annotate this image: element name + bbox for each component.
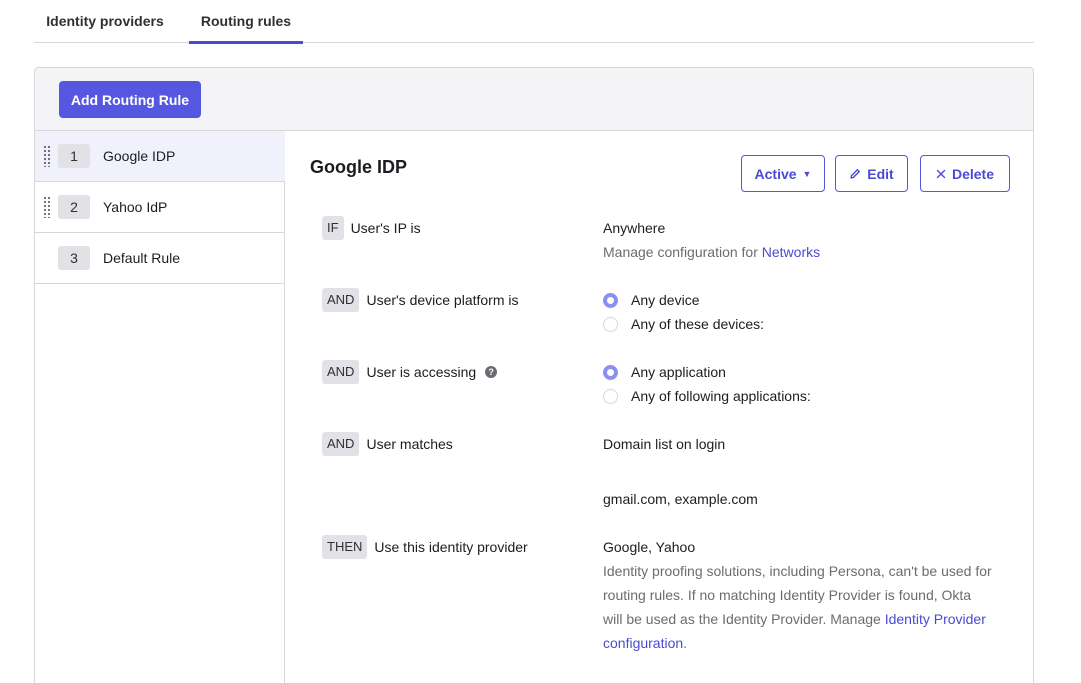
delete-button[interactable]: Delete [920,155,1010,192]
radio-label: Any application [631,364,726,380]
operator-badge: AND [322,288,360,312]
radio-any-device[interactable]: Any device [603,288,764,312]
radio-following-applications[interactable]: Any of following applications: [603,384,811,408]
condition-matches-value: Domain list on login [603,436,726,452]
rule-item-google-idp[interactable]: 1 Google IDP [35,131,285,182]
drag-handle-icon[interactable] [43,145,51,167]
radio-unselected-icon[interactable] [603,316,618,332]
condition-text: User matches [366,436,453,452]
radio-these-devices[interactable]: Any of these devices: [603,312,764,336]
rule-priority: 3 [58,246,90,270]
rule-title: Google IDP [310,157,408,177]
condition-accessing-label: AND User is accessing ? [322,360,498,384]
help-icon[interactable]: ? [485,366,498,378]
operator-badge: THEN [322,535,368,559]
edit-button[interactable]: Edit [835,155,908,192]
identity-provider-value: Google, Yahoo [603,539,696,555]
condition-accessing-options: Any application Any of following applica… [603,360,811,408]
close-icon [936,169,946,178]
manage-prefix: Manage configuration for [603,244,758,260]
manage-networks-text: Manage configuration for Networks [603,240,820,264]
rule-name: Default Rule [103,250,181,266]
ip-value: Anywhere [603,220,666,236]
rule-priority: 1 [58,144,90,168]
condition-platform-label: AND User's device platform is [322,288,519,312]
radio-unselected-icon[interactable] [603,388,618,404]
operator-badge: IF [322,216,344,240]
tab-identity-providers[interactable]: Identity providers [34,0,176,43]
drag-handle-icon[interactable] [43,196,51,218]
condition-text: User's IP is [350,220,421,236]
note-suffix: . [683,635,688,651]
rule-item-default-rule[interactable]: 3 Default Rule [35,233,285,284]
tab-routing-rules[interactable]: Routing rules [189,0,303,44]
operator-badge: AND [322,360,360,384]
rule-name: Yahoo IdP [103,199,168,215]
edit-label: Edit [867,165,894,182]
rule-item-yahoo-idp[interactable]: 2 Yahoo IdP [35,182,285,233]
condition-text: User is accessing [366,364,477,380]
rule-list: 1 Google IDP 2 Yahoo IdP 3 Default Rule [35,131,285,683]
condition-text: Use this identity provider [374,539,528,555]
radio-selected-icon[interactable] [603,292,618,308]
radio-label: Any of following applications: [631,388,811,404]
routing-note: Identity proofing solutions, including P… [603,559,993,655]
condition-text: User's device platform is [366,292,519,308]
operator-badge: AND [322,432,360,456]
rule-priority: 2 [58,195,90,219]
delete-label: Delete [951,165,995,182]
status-label: Active [754,165,797,182]
pencil-icon [850,168,861,179]
rule-detail: Google IDP Active ▼ Edit Delete IF User'… [286,131,1033,683]
add-routing-rule-button[interactable]: Add Routing Rule [59,81,201,118]
condition-ip-label: IF User's IP is [322,216,421,240]
condition-then-value: Google, Yahoo Identity proofing solution… [603,535,993,655]
networks-link[interactable]: Networks [762,244,820,260]
tab-bar: Identity providers Routing rules [34,0,1034,44]
routing-rules-panel: Add Routing Rule 1 Google IDP 2 Yahoo Id… [34,67,1034,683]
caret-down-icon: ▼ [802,168,812,179]
condition-matches-label: AND User matches [322,432,453,456]
radio-label: Any device [631,292,700,308]
domain-list: gmail.com, example.com [603,491,758,507]
radio-label: Any of these devices: [631,316,765,332]
rule-name: Google IDP [103,148,176,164]
condition-platform-options: Any device Any of these devices: [603,288,764,336]
status-dropdown-button[interactable]: Active ▼ [741,155,825,192]
panel-header: Add Routing Rule [35,68,1033,131]
condition-then-label: THEN Use this identity provider [322,535,528,559]
radio-any-application[interactable]: Any application [603,360,811,384]
condition-ip-value: Anywhere Manage configuration for Networ… [603,216,820,264]
radio-selected-icon[interactable] [603,364,618,380]
